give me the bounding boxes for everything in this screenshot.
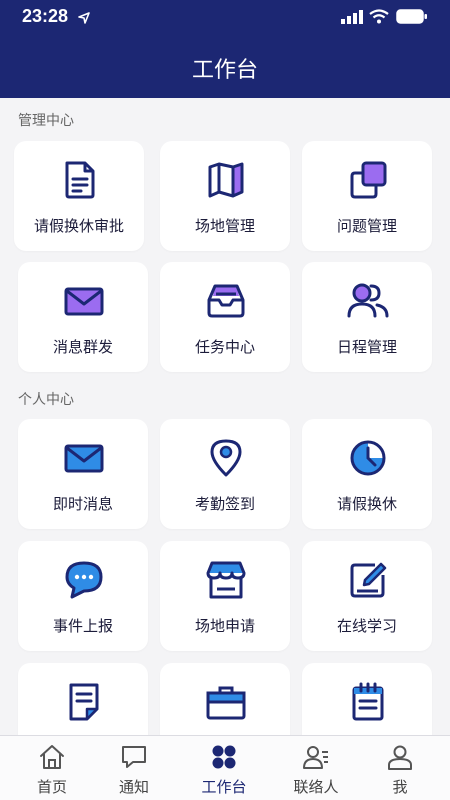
briefcase-icon	[206, 686, 246, 720]
card-task-center[interactable]: 任务中心	[160, 262, 290, 372]
card-leave-request[interactable]: 请假换休	[302, 419, 432, 529]
section-title-management: 管理中心	[18, 113, 74, 129]
notepad-icon	[352, 682, 384, 721]
store-icon	[206, 561, 246, 599]
tab-label: 联络人	[293, 778, 339, 796]
message-icon	[122, 746, 146, 768]
card-label: 日程管理	[336, 338, 397, 356]
contacts-icon	[303, 746, 328, 769]
status-bar: 23:28	[0, 0, 450, 34]
battery-icon	[396, 9, 427, 24]
section-title-personal: 个人中心	[18, 392, 74, 408]
clock-icon	[350, 440, 386, 476]
card-mass-message[interactable]: 消息群发	[18, 262, 148, 372]
card-schedule-management[interactable]: 日程管理	[302, 262, 432, 372]
card-label: 事件上报	[52, 617, 113, 635]
tab-notifications[interactable]: 通知	[89, 736, 179, 800]
map-icon	[208, 162, 244, 198]
tab-contacts[interactable]: 联络人	[271, 736, 361, 800]
chat-bubble-icon	[65, 561, 103, 599]
wifi-icon	[369, 9, 389, 24]
card-label: 问题管理	[336, 217, 397, 235]
inbox-icon	[207, 284, 245, 318]
card-instant-message[interactable]: 即时消息	[18, 419, 148, 529]
tab-workbench[interactable]: 工作台	[179, 736, 269, 800]
location-pin-icon	[210, 439, 242, 477]
bottom-tab-bar: 首页 通知 工作台 联络人 我	[0, 735, 450, 800]
note-icon	[69, 683, 99, 721]
home-icon	[40, 745, 64, 769]
tab-label: 我	[392, 778, 408, 796]
tab-label: 工作台	[201, 778, 247, 796]
card-label: 即时消息	[52, 495, 113, 513]
profile-icon	[388, 745, 412, 770]
card-label: 在线学习	[336, 617, 397, 635]
app-header: 23:28 工作台	[0, 0, 450, 98]
page-title: 工作台	[191, 58, 258, 83]
signal-icon	[341, 10, 363, 24]
mail-icon	[64, 444, 104, 473]
grid-icon	[212, 745, 236, 769]
card-attendance-checkin[interactable]: 考勤签到	[160, 419, 290, 529]
tab-home[interactable]: 首页	[7, 736, 97, 800]
document-icon	[65, 161, 95, 199]
card-online-learning[interactable]: 在线学习	[302, 541, 432, 651]
tab-label: 首页	[36, 778, 67, 796]
card-label: 消息群发	[52, 338, 113, 356]
card-label: 任务中心	[194, 338, 255, 356]
card-label: 场地管理	[194, 217, 255, 235]
tab-me[interactable]: 我	[355, 736, 445, 800]
card-venue-management[interactable]: 场地管理	[160, 141, 290, 251]
location-arrow-icon	[78, 12, 90, 24]
copy-icon	[350, 161, 387, 199]
card-leave-approval[interactable]: 请假换休审批	[14, 141, 144, 251]
status-time: 23:28	[22, 6, 69, 26]
tab-label: 通知	[118, 778, 149, 796]
card-incident-report[interactable]: 事件上报	[18, 541, 148, 651]
users-icon	[347, 283, 389, 318]
mail-icon	[64, 287, 104, 316]
card-label: 请假换休	[336, 495, 397, 513]
edit-icon	[350, 562, 387, 598]
card-label: 考勤签到	[194, 495, 255, 513]
card-label: 请假换休审批	[33, 217, 124, 235]
card-venue-application[interactable]: 场地申请	[160, 541, 290, 651]
card-issue-management[interactable]: 问题管理	[302, 141, 432, 251]
card-label: 场地申请	[194, 617, 255, 635]
